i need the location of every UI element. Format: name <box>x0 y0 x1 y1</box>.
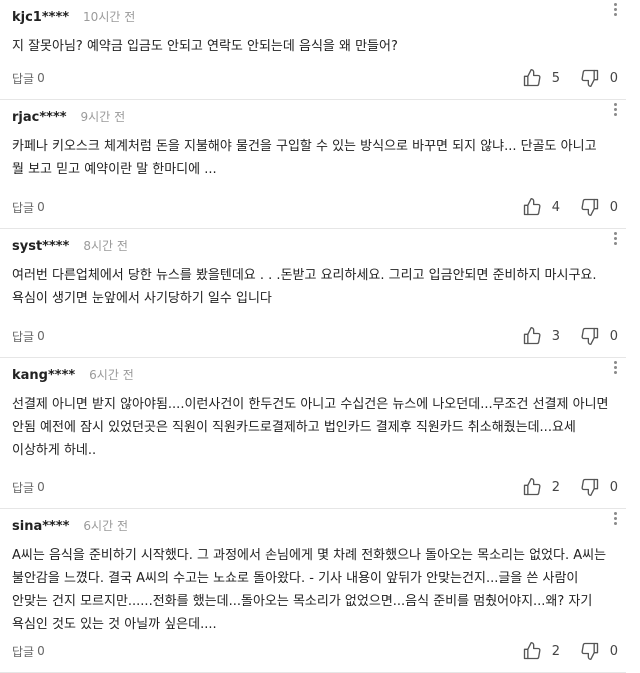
dislike-button[interactable]: 0 <box>580 477 618 497</box>
reply-count: 0 <box>37 71 45 85</box>
comment-text: 카페나 키오스크 체계처럼 돈을 지불해야 물건을 구입할 수 있는 방식으로 … <box>12 139 597 177</box>
thumbs-down-icon <box>581 327 598 345</box>
reply-label: 답글 <box>12 480 35 495</box>
reply-count: 0 <box>37 200 45 214</box>
comment-timestamp: 8시간 전 <box>83 239 128 253</box>
vote-group: 3 0 <box>522 326 618 346</box>
vote-group: 4 0 <box>522 197 618 217</box>
comment-item: rjac**** 9시간 전 카페나 키오스크 체계처럼 돈을 지불해야 물건을… <box>0 100 626 229</box>
more-options-icon[interactable] <box>610 2 620 18</box>
like-button[interactable]: 4 <box>522 197 580 217</box>
more-options-icon[interactable] <box>610 102 620 118</box>
reply-button[interactable]: 답글 0 <box>12 70 45 87</box>
reply-button[interactable]: 답글 0 <box>12 643 45 660</box>
comment-username[interactable]: sina**** <box>12 519 69 534</box>
comment-item: kjc1**** 10시간 전 지 잘못아님? 예약금 입금도 안되고 연락도 … <box>0 0 626 100</box>
comment-header: syst**** 8시간 전 <box>12 237 128 255</box>
comment-footer: 답글 0 3 0 <box>12 325 618 347</box>
reply-button[interactable]: 답글 0 <box>12 479 45 496</box>
dislike-count: 0 <box>609 199 618 215</box>
comment-footer: 답글 0 5 0 <box>12 67 618 89</box>
thumbs-down-icon <box>581 198 598 216</box>
comment-item: syst**** 8시간 전 여러번 다른업체에서 당한 뉴스를 봤을텐데요 .… <box>0 229 626 358</box>
comment-timestamp: 10시간 전 <box>83 10 136 24</box>
comment-header: kang**** 6시간 전 <box>12 366 134 384</box>
comment-timestamp: 6시간 전 <box>83 519 128 533</box>
comment-item: sina**** 6시간 전 A씨는 음식을 준비하기 시작했다. 그 과정에서… <box>0 509 626 673</box>
like-count: 2 <box>551 479 560 495</box>
dislike-count: 0 <box>609 643 618 659</box>
reply-count: 0 <box>37 644 45 658</box>
thumbs-up-icon <box>523 327 541 345</box>
comment-header: sina**** 6시간 전 <box>12 517 128 535</box>
comment-header: kjc1**** 10시간 전 <box>12 8 135 26</box>
like-count: 5 <box>551 70 560 86</box>
like-button[interactable]: 2 <box>522 641 580 661</box>
thumbs-up-icon <box>523 642 541 660</box>
comment-header: rjac**** 9시간 전 <box>12 108 125 126</box>
reply-label: 답글 <box>12 71 35 86</box>
comment-item: kang**** 6시간 전 선결제 아니면 받지 않아야됨....이런사건이 … <box>0 358 626 509</box>
dislike-button[interactable]: 0 <box>580 326 618 346</box>
dislike-count: 0 <box>609 70 618 86</box>
comment-username[interactable]: rjac**** <box>12 110 67 125</box>
comment-username[interactable]: kjc1**** <box>12 10 69 25</box>
dislike-button[interactable]: 0 <box>580 197 618 217</box>
vote-group: 2 0 <box>522 477 618 497</box>
like-count: 3 <box>551 328 560 344</box>
thumbs-up-icon <box>523 478 541 496</box>
comment-footer: 답글 0 2 0 <box>12 476 618 498</box>
like-button[interactable]: 5 <box>522 68 580 88</box>
comment-timestamp: 6시간 전 <box>89 368 134 382</box>
dislike-button[interactable]: 0 <box>580 641 618 661</box>
reply-label: 답글 <box>12 200 35 215</box>
comment-text: 지 잘못아님? 예약금 입금도 안되고 연락도 안되는데 음식을 왜 만들어? <box>12 39 398 54</box>
dislike-count: 0 <box>609 479 618 495</box>
more-options-icon[interactable] <box>610 360 620 376</box>
like-count: 4 <box>551 199 560 215</box>
reply-button[interactable]: 답글 0 <box>12 199 45 216</box>
like-count: 2 <box>551 643 560 659</box>
more-options-icon[interactable] <box>610 231 620 247</box>
comment-text: 여러번 다른업체에서 당한 뉴스를 봤을텐데요 . . .돈받고 요리하세요. … <box>12 268 597 306</box>
thumbs-down-icon <box>581 478 598 496</box>
thumbs-down-icon <box>581 642 598 660</box>
vote-group: 5 0 <box>522 68 618 88</box>
comment-text: A씨는 음식을 준비하기 시작했다. 그 과정에서 손님에게 몇 차례 전화했으… <box>12 548 607 632</box>
vote-group: 2 0 <box>522 641 618 661</box>
comment-list: kjc1**** 10시간 전 지 잘못아님? 예약금 입금도 안되고 연락도 … <box>0 0 640 673</box>
thumbs-up-icon <box>523 198 541 216</box>
reply-label: 답글 <box>12 644 35 659</box>
comment-username[interactable]: kang**** <box>12 368 75 383</box>
comment-username[interactable]: syst**** <box>12 239 69 254</box>
comment-timestamp: 9시간 전 <box>80 110 126 124</box>
dislike-button[interactable]: 0 <box>580 68 618 88</box>
comment-footer: 답글 0 4 0 <box>12 196 618 218</box>
reply-count: 0 <box>37 480 45 494</box>
comment-footer: 답글 0 2 0 <box>12 640 618 662</box>
thumbs-up-icon <box>523 69 541 87</box>
reply-label: 답글 <box>12 329 35 344</box>
comment-text: 선결제 아니면 받지 않아야됨....이런사건이 한두건도 아니고 수십건은 뉴… <box>12 397 609 458</box>
reply-button[interactable]: 답글 0 <box>12 328 45 345</box>
more-options-icon[interactable] <box>610 511 620 527</box>
dislike-count: 0 <box>609 328 618 344</box>
reply-count: 0 <box>37 329 45 343</box>
thumbs-down-icon <box>581 69 598 88</box>
like-button[interactable]: 2 <box>522 477 580 497</box>
like-button[interactable]: 3 <box>522 326 580 346</box>
